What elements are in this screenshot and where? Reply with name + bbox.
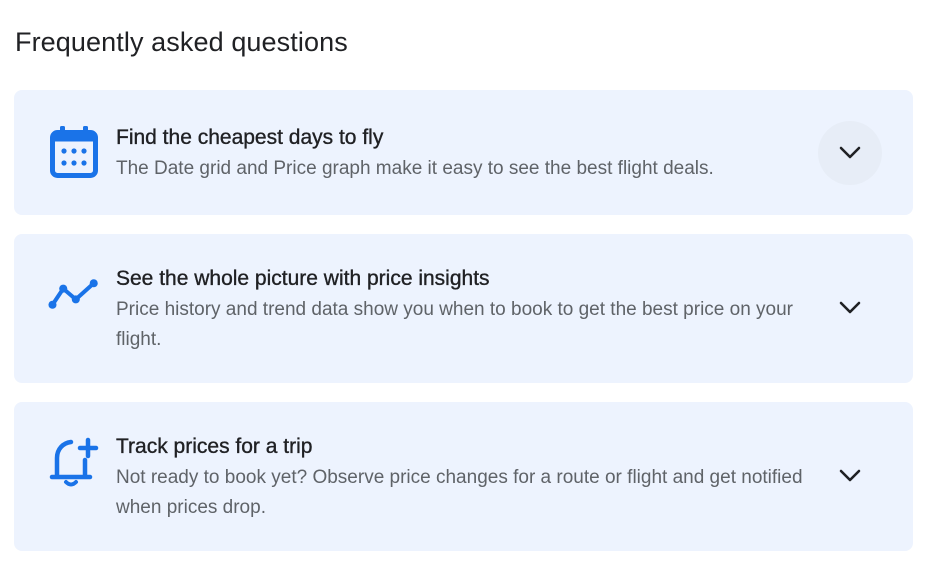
expand-button[interactable] — [818, 121, 882, 185]
faq-item-track-prices[interactable]: Track prices for a trip Not ready to boo… — [14, 402, 913, 551]
faq-item-description: The Date grid and Price graph make it ea… — [116, 158, 714, 179]
faq-item-cheapest-days[interactable]: Find the cheapest days to fly The Date g… — [14, 90, 913, 215]
chevron-down-icon — [839, 301, 861, 314]
faq-item-heading: See the whole picture with price insight… — [116, 267, 490, 290]
calendar-icon — [48, 126, 100, 178]
faq-item-description: Price history and trend data show you wh… — [116, 299, 794, 350]
faq-section-title: Frequently asked questions — [15, 27, 348, 57]
chevron-down-icon — [839, 146, 861, 159]
expand-button[interactable] — [818, 444, 882, 508]
faq-item-heading: Find the cheapest days to fly — [116, 126, 384, 149]
faq-item-heading: Track prices for a trip — [116, 435, 313, 458]
chevron-down-icon — [839, 469, 861, 482]
bell-plus-icon — [48, 436, 100, 488]
trend-line-icon — [48, 268, 100, 320]
faq-item-description: Not ready to book yet? Observe price cha… — [116, 467, 803, 518]
faq-item-price-insights[interactable]: See the whole picture with price insight… — [14, 234, 913, 383]
expand-button[interactable] — [818, 276, 882, 340]
